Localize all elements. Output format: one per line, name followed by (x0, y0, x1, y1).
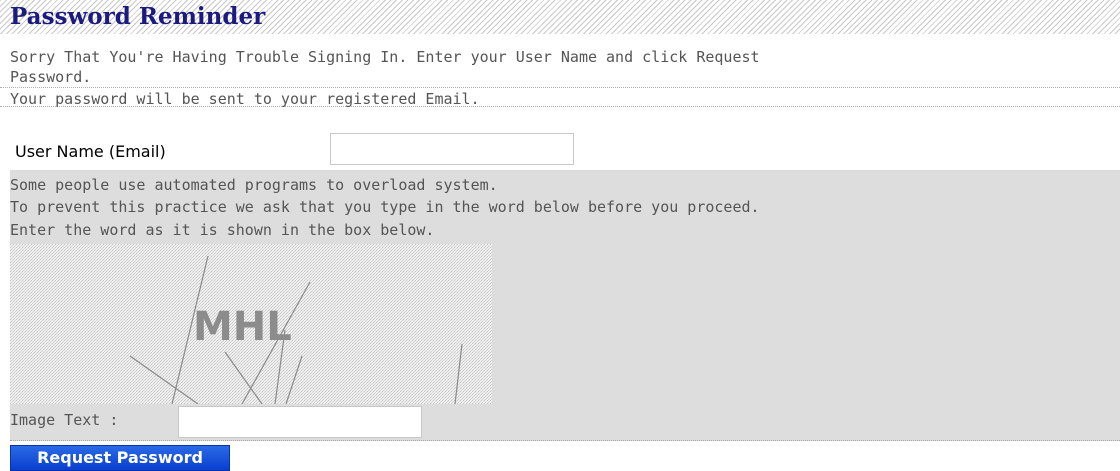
user-name-input[interactable] (330, 133, 574, 165)
user-name-row: User Name (Email) (0, 132, 1120, 170)
captcha-text-line-2: To prevent this practice we ask that you… (10, 198, 760, 216)
title-bar: Password Reminder (0, 0, 1120, 34)
image-text-input[interactable] (178, 406, 422, 438)
intro-section: Sorry That You're Having Trouble Signing… (0, 42, 1120, 108)
request-password-button[interactable]: Request Password (10, 445, 230, 471)
captcha-panel: Some people use automated programs to ov… (10, 170, 1120, 441)
intro-line-1: Sorry That You're Having Trouble Signing… (10, 48, 760, 66)
page-title: Password Reminder (10, 3, 266, 30)
user-name-label: User Name (Email) (15, 142, 166, 161)
intro-line-3: Your password will be sent to your regis… (10, 90, 480, 108)
password-reminder-page: Password Reminder Sorry That You're Havi… (0, 0, 1120, 471)
intro-line-2: Password. (0, 67, 1120, 88)
image-text-label: Image Text : (10, 411, 119, 429)
captcha-text-line-3: Enter the word as it is shown in the box… (10, 221, 435, 239)
captcha-word: MHL (193, 304, 292, 350)
captcha-text-line-1: Some people use automated programs to ov… (10, 176, 498, 194)
captcha-image: MHL (10, 244, 492, 404)
